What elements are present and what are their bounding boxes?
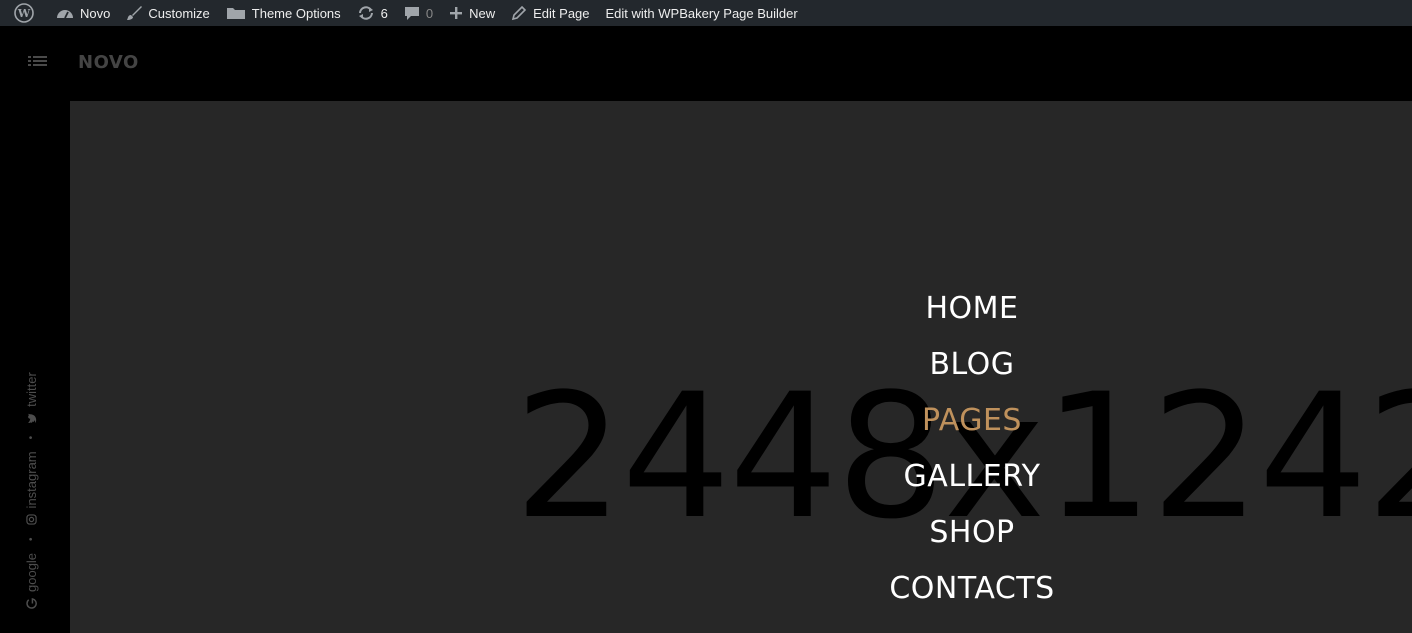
wpbakery-link[interactable]: Edit with WPBakery Page Builder <box>598 0 806 26</box>
social-label-twitter: twitter <box>23 372 39 407</box>
instagram-icon <box>25 514 37 526</box>
social-label-instagram: instagram <box>23 451 39 509</box>
google-icon <box>25 598 37 609</box>
theme-options-label: Theme Options <box>251 5 341 21</box>
comments-link[interactable]: 0 <box>396 0 441 26</box>
menu-toggle-icon[interactable] <box>28 56 48 70</box>
updates-count: 6 <box>380 5 388 21</box>
social-link-google[interactable]: google <box>24 553 39 609</box>
edit-page-label: Edit Page <box>533 5 590 21</box>
site-header: NOVO <box>70 26 1412 101</box>
refresh-icon <box>357 5 375 21</box>
paintbrush-icon <box>126 5 143 21</box>
menu-line <box>28 64 31 66</box>
nav-item-gallery[interactable]: GALLERY <box>904 459 1041 495</box>
site-name-link[interactable]: Novo <box>48 0 118 26</box>
social-link-twitter[interactable]: twitter <box>24 372 39 424</box>
site-name-label: Novo <box>80 5 111 21</box>
new-label: New <box>469 5 496 21</box>
folder-icon <box>226 5 246 21</box>
theme-options-link[interactable]: Theme Options <box>218 0 349 26</box>
menu-line <box>28 56 31 58</box>
plus-icon <box>449 6 463 20</box>
wpbakery-label: Edit with WPBakery Page Builder <box>605 5 798 21</box>
updates-link[interactable]: 6 <box>349 0 396 26</box>
menu-line <box>33 56 47 58</box>
nav-item-blog[interactable]: BLOG <box>929 347 1014 383</box>
site-logo[interactable]: NOVO <box>78 52 139 73</box>
comment-icon <box>404 5 420 21</box>
menu-line <box>33 60 47 62</box>
social-links: google • instagram • twitter <box>20 319 42 609</box>
new-content-link[interactable]: New <box>441 0 503 26</box>
nav-item-pages[interactable]: PAGES <box>922 403 1022 439</box>
wordpress-icon: W <box>14 3 34 23</box>
customize-link[interactable]: Customize <box>118 0 217 26</box>
customize-label: Customize <box>148 5 210 21</box>
pencil-icon <box>511 5 527 21</box>
hero-area: 2448x1242 HOME BLOG PAGES GALLERY SHOP C… <box>70 101 1412 633</box>
nav-item-shop[interactable]: SHOP <box>929 515 1014 551</box>
nav-item-contacts[interactable]: CONTACTS <box>889 571 1054 607</box>
wordpress-logo-button[interactable]: W <box>6 0 48 26</box>
menu-line <box>28 60 31 62</box>
separator-dot: • <box>25 435 37 440</box>
side-panel: google • instagram • twitter <box>0 26 70 633</box>
menu-line <box>33 64 47 66</box>
social-link-instagram[interactable]: instagram <box>23 451 39 526</box>
social-label-google: google <box>23 552 39 592</box>
edit-page-link[interactable]: Edit Page <box>503 0 597 26</box>
svg-text:W: W <box>17 7 31 20</box>
twitter-icon <box>26 413 37 424</box>
admin-bar: W Novo Customize Theme Options 6 0 New E… <box>0 0 1412 26</box>
dashboard-icon <box>56 5 74 21</box>
comments-count: 0 <box>425 5 434 21</box>
separator-dot: • <box>25 537 37 541</box>
nav-item-home[interactable]: HOME <box>925 291 1018 327</box>
